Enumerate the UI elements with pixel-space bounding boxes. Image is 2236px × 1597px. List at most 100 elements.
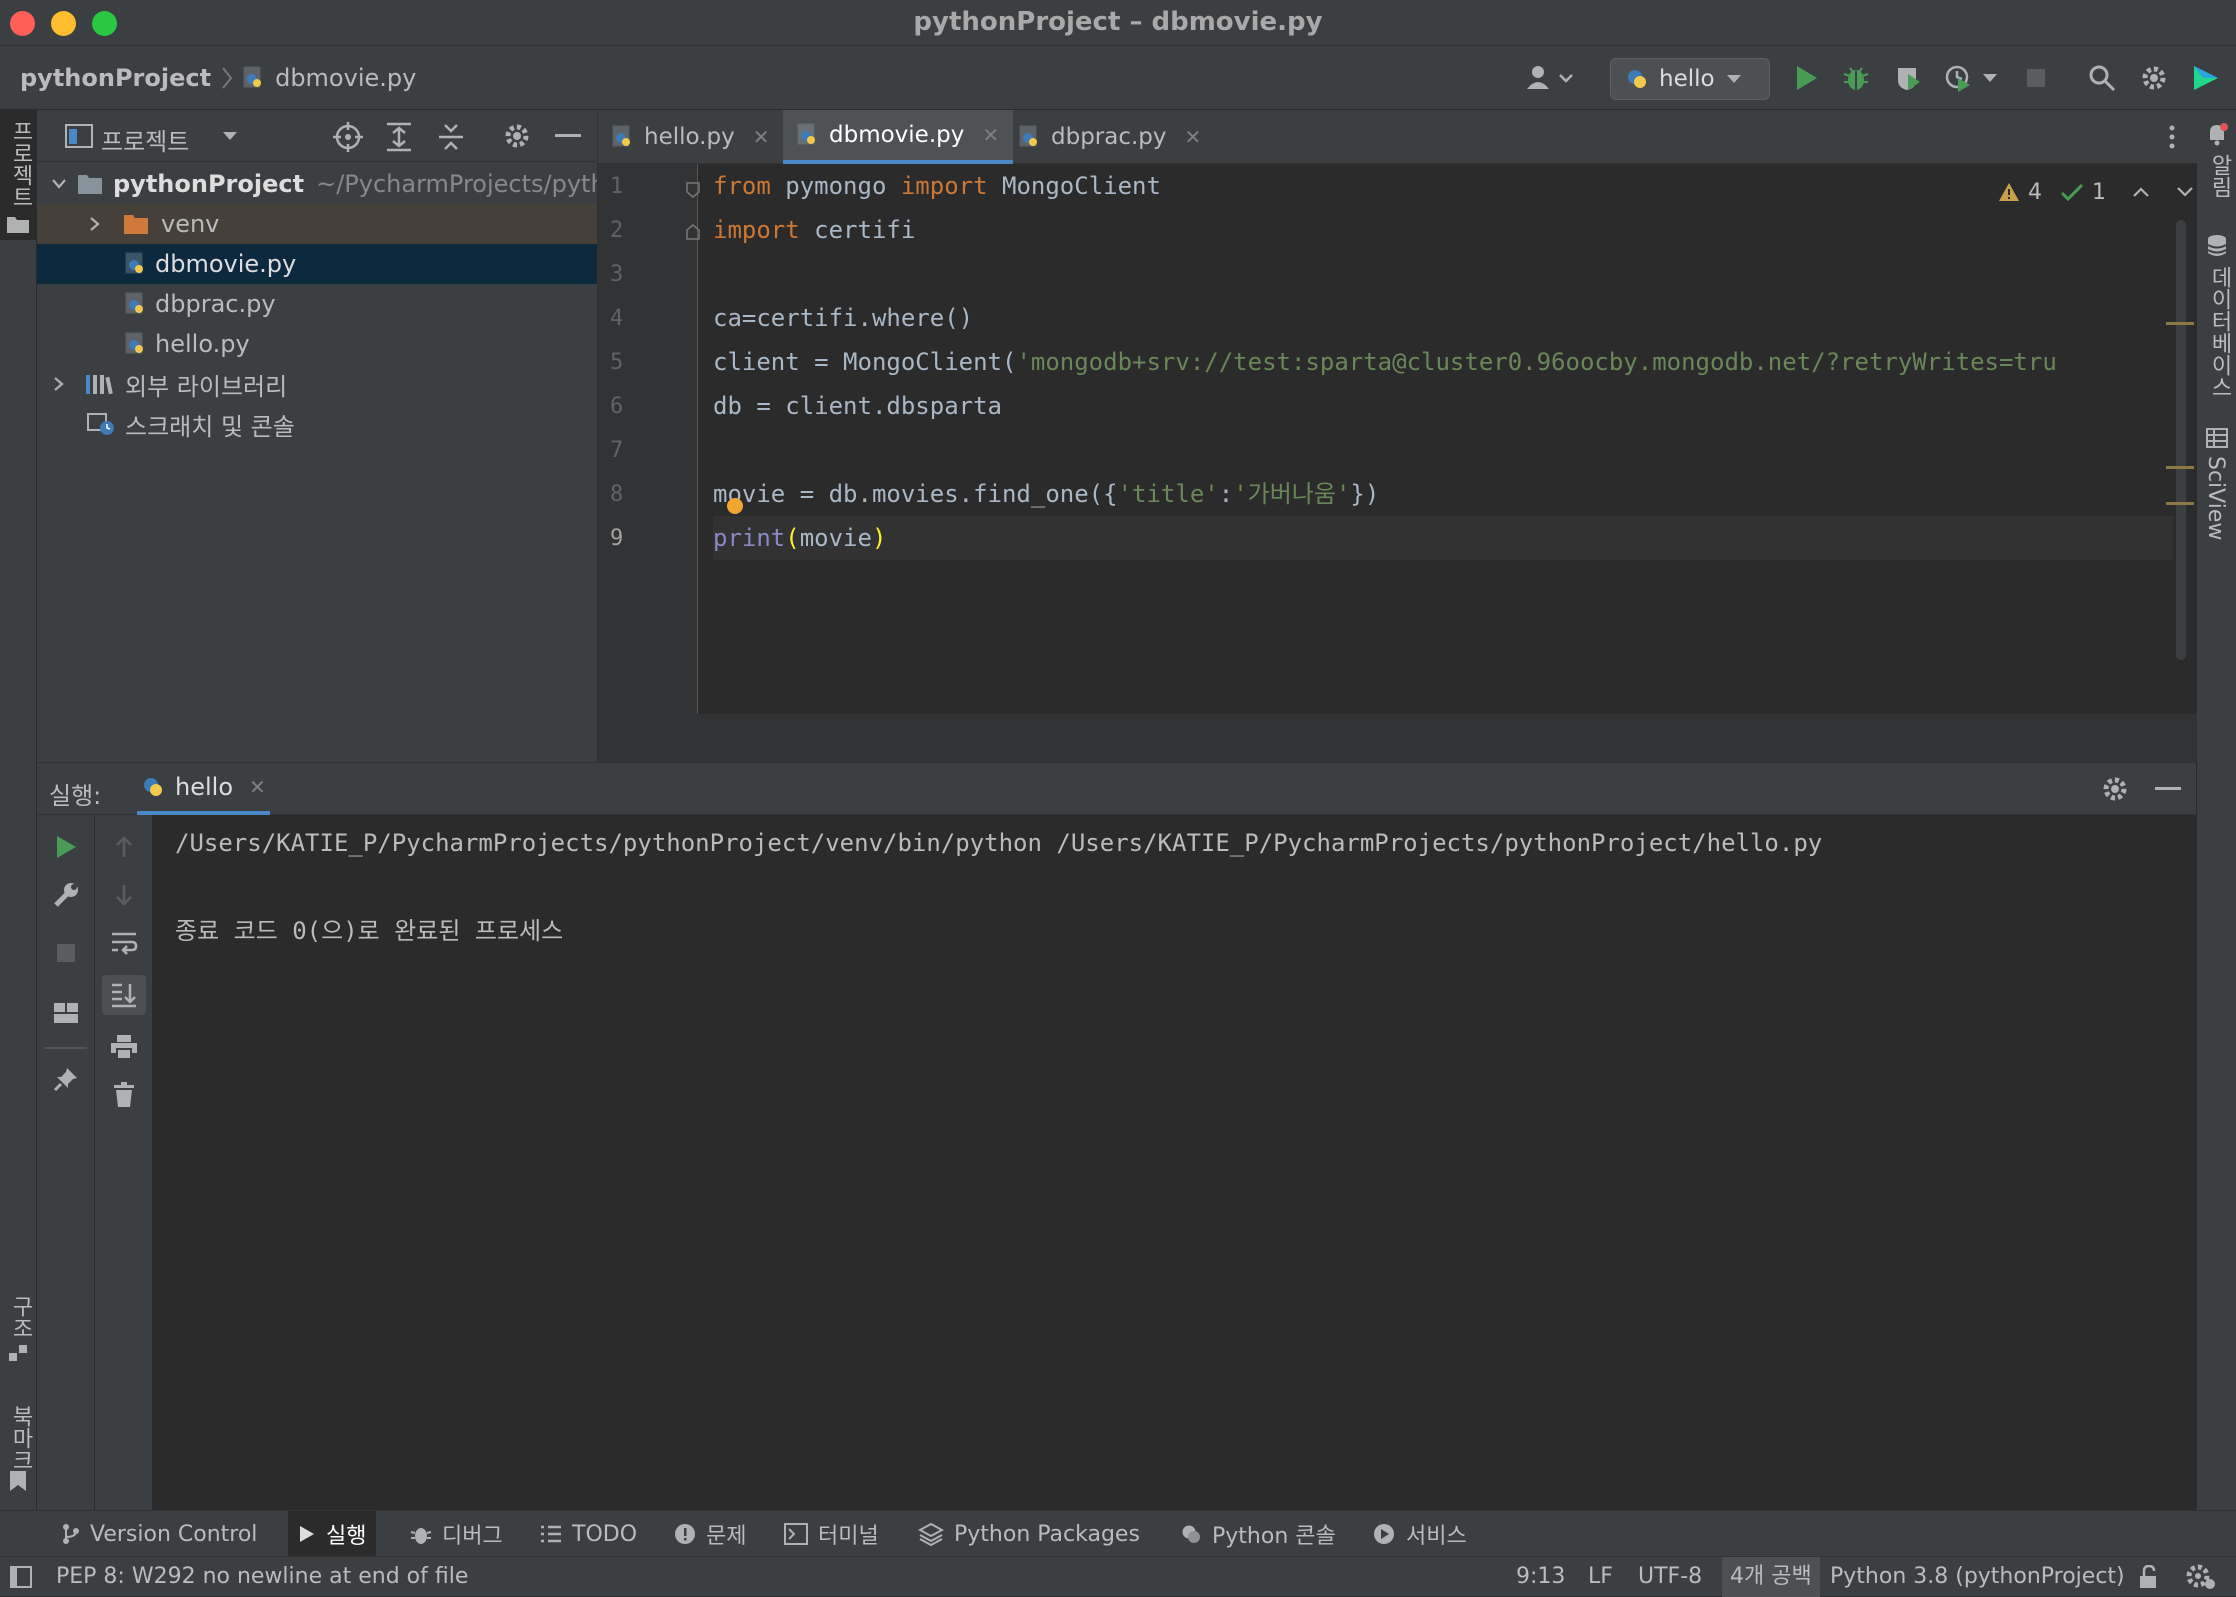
file-encoding[interactable]: UTF-8 — [1630, 1557, 1710, 1597]
profile-button[interactable] — [1940, 60, 1976, 96]
tab-dbmovie-py[interactable]: dbmovie.py ✕ — [783, 110, 1014, 164]
project-tool-window-tab[interactable]: 프로젝트 — [0, 110, 37, 240]
scroll-to-end-icon[interactable] — [102, 975, 146, 1015]
code-line-1: from pymongo import MongoClient — [713, 172, 1161, 200]
run-actions-column — [37, 815, 95, 1511]
sciview-tool-window-tab[interactable]: SciView — [2197, 428, 2236, 568]
play-icon — [298, 1524, 316, 1544]
code-line-9: print(movie) — [713, 524, 887, 552]
stop-button[interactable] — [2018, 60, 2054, 96]
coverage-button[interactable] — [1890, 60, 1926, 96]
fold-marker-icon[interactable] — [686, 182, 700, 198]
code-line-4: ca=certifi.where() — [713, 304, 974, 332]
more-run-options-chevron-icon[interactable] — [1978, 60, 2002, 96]
vcs-user-icon[interactable] — [1520, 60, 1580, 96]
intention-bulb-icon[interactable] — [727, 498, 743, 514]
tool-problems[interactable]: 문제 — [664, 1511, 756, 1557]
code-area[interactable]: from pymongo import MongoClient import c… — [713, 164, 2173, 724]
run-settings-gear-icon[interactable] — [2101, 775, 2129, 803]
soft-wrap-icon[interactable] — [106, 925, 142, 961]
inspection-profile-icon[interactable] — [2186, 1564, 2216, 1590]
console-line: /Users/KATIE_P/PycharmProjects/pythonPro… — [175, 829, 1823, 857]
expand-all-icon[interactable] — [385, 122, 413, 152]
stop-button[interactable] — [48, 935, 84, 971]
fold-marker-icon[interactable] — [686, 224, 700, 240]
tree-item-external-libraries[interactable]: 외부 라이브러리 — [37, 364, 597, 404]
rerun-button[interactable] — [48, 829, 84, 865]
editor-scrollbar[interactable] — [2176, 220, 2186, 660]
tree-item-venv[interactable]: venv — [37, 204, 597, 244]
tree-item-dbprac[interactable]: dbprac.py — [37, 284, 597, 324]
editor-tabs: hello.py ✕ dbmovie.py ✕ dbprac.py ✕ — [598, 110, 2197, 164]
error-stripe-mark[interactable] — [2166, 466, 2194, 469]
next-highlight-chevron-down-icon[interactable] — [2176, 186, 2194, 198]
inspection-widget[interactable]: 4 1 — [1998, 174, 2194, 210]
folder-icon — [6, 214, 30, 234]
tree-item-project-root[interactable]: pythonProject ~/PycharmProjects/pyth — [37, 164, 597, 204]
scroll-down-arrow-icon[interactable] — [106, 877, 142, 913]
tool-terminal[interactable]: 터미널 — [774, 1511, 889, 1557]
pin-tab-icon[interactable] — [48, 1061, 84, 1097]
locate-file-icon[interactable] — [333, 122, 363, 152]
close-tab-icon[interactable]: ✕ — [249, 775, 266, 799]
tab-dbprac-py[interactable]: dbprac.py ✕ — [1005, 110, 1215, 164]
view-mode-dropdown-chevron-icon[interactable] — [221, 130, 239, 142]
tool-version-control[interactable]: Version Control — [52, 1511, 267, 1557]
run-tab-hello[interactable]: hello ✕ — [137, 763, 270, 815]
jetbrains-toolbox-icon[interactable] — [2188, 60, 2224, 96]
tool-run[interactable]: 실행 — [288, 1511, 377, 1557]
tree-item-scratches[interactable]: 스크래치 및 콘솔 — [37, 404, 597, 444]
tool-todo[interactable]: TODO — [530, 1511, 647, 1557]
run-tool-window: 실행: hello ✕ /Users/KATIE_P/PycharmProjec… — [37, 762, 2196, 1511]
indent-setting[interactable]: 4개 공백 — [1722, 1557, 1820, 1597]
run-button[interactable] — [1788, 60, 1824, 96]
previous-highlight-chevron-up-icon[interactable] — [2132, 186, 2150, 198]
project-panel-title[interactable]: 프로젝트 — [101, 122, 189, 157]
scroll-up-arrow-icon[interactable] — [106, 829, 142, 865]
hide-run-panel-minus-icon[interactable] — [2155, 787, 2181, 791]
tool-label: 서비스 — [1406, 1524, 1467, 1549]
close-tab-icon[interactable]: ✕ — [1185, 125, 1202, 149]
panel-settings-gear-icon[interactable] — [503, 122, 531, 150]
search-icon[interactable] — [2084, 60, 2120, 96]
chevron-right-icon — [221, 66, 233, 90]
tree-item-hello[interactable]: hello.py — [37, 324, 597, 364]
clear-trash-icon[interactable] — [106, 1077, 142, 1113]
tool-python-packages[interactable]: Python Packages — [908, 1511, 1150, 1557]
tab-hello-py[interactable]: hello.py ✕ — [598, 110, 783, 164]
collapse-all-icon[interactable] — [437, 122, 465, 152]
error-stripe-mark[interactable] — [2166, 502, 2194, 505]
read-only-lock-icon[interactable] — [2138, 1565, 2160, 1589]
python-file-icon — [125, 332, 147, 356]
tool-label: Version Control — [90, 1521, 258, 1547]
breadcrumb-file[interactable]: dbmovie.py — [275, 64, 416, 92]
hide-panel-minus-icon[interactable] — [555, 134, 581, 138]
run-configuration-selector[interactable]: hello — [1610, 58, 1770, 100]
tool-python-console[interactable]: Python 콘솔 — [1170, 1511, 1346, 1557]
caret-position[interactable]: 9:13 — [1508, 1557, 1573, 1597]
toggle-tool-windows-icon[interactable] — [10, 1566, 32, 1588]
line-separator[interactable]: LF — [1580, 1557, 1621, 1597]
print-icon[interactable] — [106, 1029, 142, 1065]
tool-services[interactable]: 서비스 — [1362, 1511, 1477, 1557]
edit-configuration-wrench-icon[interactable] — [48, 877, 84, 913]
restore-layout-icon[interactable] — [48, 995, 84, 1031]
debug-button[interactable] — [1838, 60, 1874, 96]
tree-item-dbmovie[interactable]: dbmovie.py — [37, 244, 597, 284]
tab-options-kebab-icon[interactable] — [2168, 124, 2176, 150]
error-stripe-mark[interactable] — [2166, 322, 2194, 325]
python-interpreter[interactable]: Python 3.8 (pythonProject) — [1822, 1557, 2133, 1597]
notifications-tool-window-tab[interactable]: 알림 — [2197, 118, 2236, 218]
close-tab-icon[interactable]: ✕ — [982, 123, 999, 147]
settings-gear-icon[interactable] — [2136, 60, 2172, 96]
breadcrumb-project[interactable]: pythonProject — [20, 64, 211, 92]
status-message[interactable]: PEP 8: W292 no newline at end of file — [48, 1557, 476, 1597]
bookmarks-tool-window-tab[interactable]: 북마크 — [0, 1395, 37, 1505]
close-tab-icon[interactable]: ✕ — [753, 125, 770, 149]
project-panel-header: 프로젝트 — [37, 110, 597, 162]
editor-area: hello.py ✕ dbmovie.py ✕ dbprac.py ✕ 1 2 … — [597, 110, 2197, 762]
tool-debug[interactable]: 디버그 — [400, 1511, 513, 1557]
console-actions-column — [95, 815, 153, 1511]
structure-tool-window-tab[interactable]: 구조 — [0, 1285, 37, 1385]
project-view-icon — [65, 124, 93, 148]
